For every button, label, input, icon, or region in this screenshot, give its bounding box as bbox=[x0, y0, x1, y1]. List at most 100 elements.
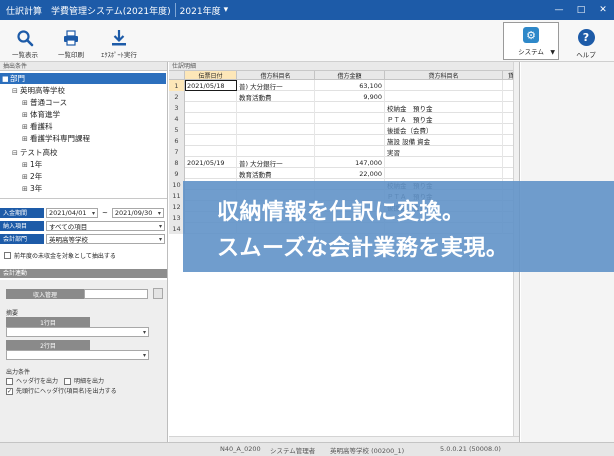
table-row[interactable]: 5 後援会（会費） bbox=[169, 124, 519, 135]
grid-cell[interactable] bbox=[315, 146, 385, 157]
grid-cell[interactable] bbox=[237, 124, 315, 135]
grid-cell[interactable] bbox=[237, 146, 315, 157]
tree-item-course[interactable]: ⊞ 普通コース bbox=[0, 97, 67, 108]
first-row-checkbox[interactable]: ✓ bbox=[6, 388, 13, 395]
grid-cell[interactable] bbox=[237, 102, 315, 113]
grid-cell[interactable]: 2021/05/18 bbox=[185, 80, 237, 91]
tree-item-school[interactable]: ⊟ テスト高校 bbox=[0, 147, 58, 158]
tree-item-grade[interactable]: ⊞ 3年 bbox=[0, 183, 42, 194]
grid-cell[interactable]: 9,900 bbox=[315, 91, 385, 102]
grid-cell[interactable]: 実習 bbox=[385, 146, 503, 157]
grid-cell[interactable] bbox=[185, 113, 237, 124]
tree-toggle-icon[interactable]: ⊞ bbox=[22, 135, 30, 143]
opt-header-rows[interactable]: ヘッダ行を出力 bbox=[6, 376, 58, 385]
line2-select[interactable]: ▾ bbox=[6, 350, 149, 360]
line1-select[interactable]: ▾ bbox=[6, 327, 149, 337]
tree-toggle-icon[interactable]: ⊞ bbox=[22, 173, 30, 181]
tree-toggle-icon[interactable]: ⊞ bbox=[22, 123, 30, 131]
tree-item-department-root[interactable]: ■ 部門 bbox=[0, 73, 166, 84]
tree-toggle-icon[interactable]: ⊞ bbox=[22, 111, 30, 119]
grid-cell[interactable] bbox=[237, 135, 315, 146]
row-number[interactable]: 9 bbox=[169, 168, 185, 179]
tree-item-grade[interactable]: ⊞ 1年 bbox=[0, 159, 42, 170]
prev-year-checkbox[interactable] bbox=[4, 252, 11, 259]
year-selector[interactable]: 2021年度 ▾ bbox=[180, 4, 228, 17]
row-number[interactable]: 3 bbox=[169, 102, 185, 113]
grid-cell[interactable]: ＰＴＡ 預り金 bbox=[385, 113, 503, 124]
grid-cell[interactable]: 後援会（会費） bbox=[385, 124, 503, 135]
grid-cell[interactable]: 教育活動費 bbox=[237, 91, 315, 102]
grid-cell[interactable] bbox=[385, 91, 503, 102]
file-input[interactable] bbox=[84, 289, 148, 299]
grid-cell[interactable]: 普) 大分銀行一 bbox=[237, 80, 315, 91]
list-display-button[interactable]: 一覧表示 bbox=[2, 23, 48, 59]
tree-item-school[interactable]: ⊟ 英明高等学校 bbox=[0, 85, 65, 96]
row-number[interactable]: 7 bbox=[169, 146, 185, 157]
grid-cell[interactable]: 63,100 bbox=[315, 80, 385, 91]
row-number[interactable]: 5 bbox=[169, 124, 185, 135]
system-button[interactable]: ⚙ システム ▼ bbox=[503, 22, 559, 60]
grid-cell[interactable] bbox=[185, 135, 237, 146]
column-header[interactable]: 貸方科目名 bbox=[385, 71, 503, 80]
table-row[interactable]: 1 2021/05/18 普) 大分銀行一 63,100 bbox=[169, 80, 519, 91]
grid-cell[interactable] bbox=[385, 80, 503, 91]
row-number[interactable]: 6 bbox=[169, 135, 185, 146]
export-button[interactable]: ｴｸｽﾎﾟｰﾄ実行 bbox=[96, 23, 142, 59]
tree-toggle-icon[interactable]: ■ bbox=[2, 75, 10, 83]
tree-toggle-icon[interactable]: ⊞ bbox=[22, 99, 30, 107]
grid-cell[interactable]: 22,000 bbox=[315, 168, 385, 179]
help-button[interactable]: ? ヘルプ bbox=[568, 23, 604, 59]
grid-cell[interactable]: 普) 大分銀行一 bbox=[237, 157, 315, 168]
tree-toggle-icon[interactable]: ⊟ bbox=[12, 87, 20, 95]
grid-cell[interactable]: 校納金 預り金 bbox=[385, 102, 503, 113]
dept-select[interactable]: 英明高等学校 ▾ bbox=[46, 233, 165, 244]
opt-first-row[interactable]: ✓ 先頭行にヘッダ行(項目名)を出力する bbox=[6, 386, 117, 395]
tree-item-course[interactable]: ⊞ 看護学科専門課程 bbox=[0, 133, 90, 144]
table-row[interactable]: 6 施設 設備 資金 bbox=[169, 135, 519, 146]
period-from-input[interactable]: 2021/04/01 ▾ bbox=[46, 207, 98, 218]
table-row[interactable]: 2 教育活動費 9,900 bbox=[169, 91, 519, 102]
column-header[interactable]: 借方金額 bbox=[315, 71, 385, 80]
grid-cell[interactable] bbox=[315, 102, 385, 113]
row-number[interactable]: 1 bbox=[169, 80, 185, 91]
table-row[interactable]: 9 教育活動費 22,000 bbox=[169, 168, 519, 179]
row-number[interactable]: 8 bbox=[169, 157, 185, 168]
period-to-input[interactable]: 2021/09/30 ▾ bbox=[111, 207, 164, 218]
close-button[interactable]: ✕ bbox=[592, 0, 614, 20]
grid-cell[interactable] bbox=[185, 146, 237, 157]
table-row[interactable]: 3 校納金 預り金 bbox=[169, 102, 519, 113]
grid-cell[interactable]: 147,000 bbox=[315, 157, 385, 168]
table-row[interactable]: 4 ＰＴＡ 預り金 bbox=[169, 113, 519, 124]
prev-year-option[interactable]: 前年度の未収金を対象として抽出する bbox=[0, 250, 167, 261]
tree-item-course[interactable]: ⊞ 看護科 bbox=[0, 121, 53, 132]
grid-cell[interactable] bbox=[315, 124, 385, 135]
grid-cell[interactable] bbox=[185, 102, 237, 113]
grid-cell[interactable] bbox=[315, 113, 385, 124]
maximize-button[interactable]: □ bbox=[570, 0, 592, 20]
column-header[interactable]: 借方科目名 bbox=[237, 71, 315, 80]
file-browse-button[interactable] bbox=[153, 288, 163, 299]
tree-toggle-icon[interactable]: ⊞ bbox=[22, 161, 30, 169]
grid-cell[interactable] bbox=[385, 157, 503, 168]
grid-cell[interactable] bbox=[185, 91, 237, 102]
grid-cell[interactable] bbox=[237, 113, 315, 124]
column-header[interactable]: 伝票日付 bbox=[185, 71, 237, 80]
table-row[interactable]: 8 2021/05/19 普) 大分銀行一 147,000 bbox=[169, 157, 519, 168]
item-select[interactable]: すべての項目 ▾ bbox=[46, 220, 165, 231]
tree-toggle-icon[interactable]: ⊟ bbox=[12, 149, 20, 157]
tree-toggle-icon[interactable]: ⊞ bbox=[22, 185, 30, 193]
table-row[interactable]: 7 実習 bbox=[169, 146, 519, 157]
grid-cell[interactable] bbox=[185, 124, 237, 135]
row-number[interactable]: 2 bbox=[169, 91, 185, 102]
tree-item-grade[interactable]: ⊞ 2年 bbox=[0, 171, 42, 182]
minimize-button[interactable]: — bbox=[548, 0, 570, 20]
grid-cell[interactable] bbox=[385, 168, 503, 179]
tree-item-course[interactable]: ⊞ 体育進学 bbox=[0, 109, 60, 120]
grid-cell[interactable]: 教育活動費 bbox=[237, 168, 315, 179]
detail-checkbox[interactable] bbox=[64, 378, 71, 385]
grid-cell[interactable] bbox=[185, 168, 237, 179]
grid-cell[interactable] bbox=[315, 135, 385, 146]
opt-detail[interactable]: 明細を出力 bbox=[64, 376, 104, 385]
grid-cell[interactable]: 施設 設備 資金 bbox=[385, 135, 503, 146]
header-rows-checkbox[interactable] bbox=[6, 378, 13, 385]
